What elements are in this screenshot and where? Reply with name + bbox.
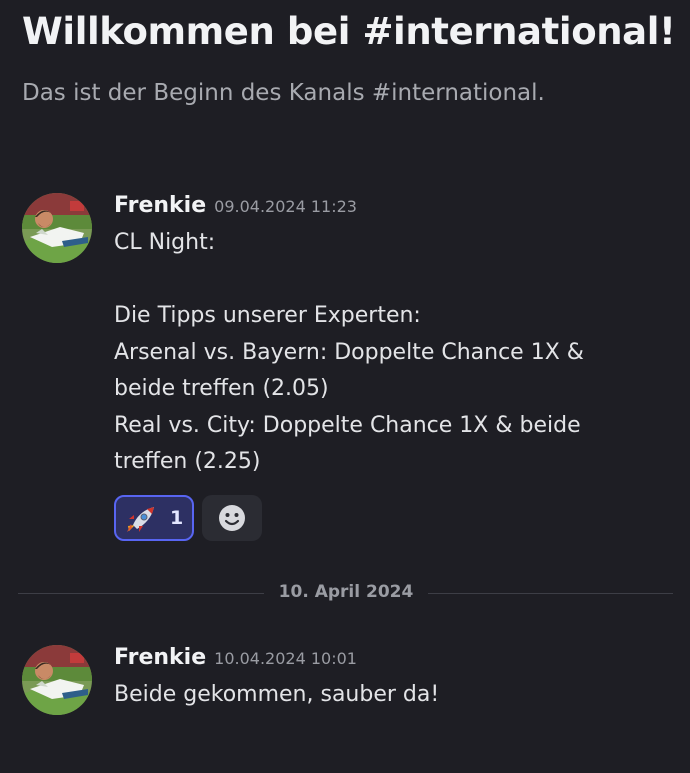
divider-line [428, 593, 673, 594]
add-reaction-button[interactable] [202, 495, 262, 541]
message-line: Beide gekommen, sauber da! [114, 682, 440, 707]
message-line: Die Tipps unserer Experten: [114, 303, 421, 328]
message-line: Arsenal vs. Bayern: Doppelte Chance 1X & [114, 339, 584, 365]
message-line: treffen (2.25) [114, 449, 261, 474]
soccer-player-avatar-icon [22, 645, 92, 715]
avatar[interactable] [22, 193, 92, 263]
author-name[interactable]: Frenkie [114, 645, 206, 670]
message-content: Beide gekommen, sauber da! [114, 677, 654, 714]
soccer-player-avatar-icon [22, 193, 92, 263]
date-divider: 10. April 2024 [18, 582, 673, 606]
smiley-icon [219, 505, 245, 531]
message-line [114, 262, 654, 299]
message-line: CL Night: [114, 230, 216, 255]
author-name[interactable]: Frenkie [114, 193, 206, 218]
divider-date: 10. April 2024 [278, 582, 414, 602]
message-line: beide treffen (2.05) [114, 376, 329, 401]
rocket-reaction-button[interactable]: 1 [114, 495, 194, 541]
avatar[interactable] [22, 645, 92, 715]
message-timestamp: 09.04.2024 11:23 [214, 197, 357, 216]
message-timestamp: 10.04.2024 10:01 [214, 649, 357, 668]
message-line: Real vs. City: Doppelte Chance 1X & beid… [114, 412, 581, 438]
reaction-count: 1 [170, 507, 184, 529]
welcome-title: Willkommen bei #international! [22, 10, 676, 53]
message-content: CL Night: Die Tipps unserer Experten: Ar… [114, 225, 654, 481]
rocket-icon [127, 507, 154, 532]
welcome-subtitle: Das ist der Beginn des Kanals #internati… [22, 80, 545, 106]
divider-line [18, 593, 264, 594]
